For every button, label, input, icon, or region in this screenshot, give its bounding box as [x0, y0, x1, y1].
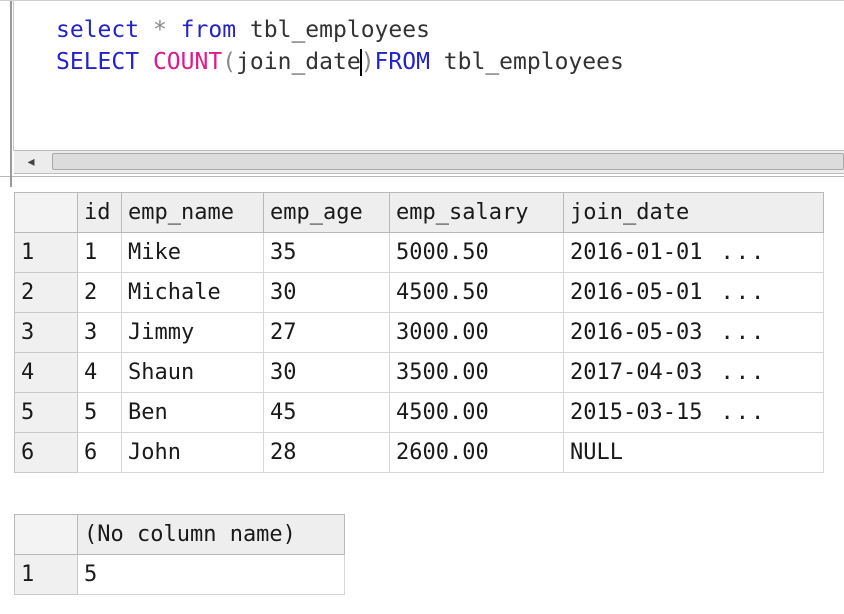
join-date-value: NULL — [570, 440, 623, 465]
row-number[interactable]: 4 — [14, 352, 78, 393]
star-operator: * — [152, 17, 167, 43]
cell-join-date[interactable]: 2016-05-03... — [563, 312, 824, 353]
cell-id[interactable]: 1 — [77, 232, 122, 273]
results-pane-splitter[interactable] — [0, 147, 844, 187]
table-row[interactable]: 6 6 John 28 2600.00 NULL — [14, 432, 824, 473]
grid-corner-cell[interactable] — [14, 514, 78, 555]
cell-id[interactable]: 3 — [77, 312, 122, 353]
cell-id[interactable]: 5 — [77, 392, 122, 433]
truncation-ellipsis: ... — [720, 360, 767, 385]
cell-emp-age[interactable]: 28 — [263, 432, 390, 473]
sql-query-window: select * from tbl_employees SELECT COUNT… — [0, 0, 844, 614]
cell-join-date[interactable]: 2017-04-03... — [563, 352, 824, 393]
editor-gutter-line-secondary — [13, 1, 14, 151]
table-row[interactable]: 1 5 — [14, 554, 345, 595]
join-date-value: 2017-04-03 — [570, 360, 703, 385]
cell-emp-name[interactable]: Shaun — [121, 352, 264, 393]
cell-id[interactable]: 6 — [77, 432, 122, 473]
scroll-thumb[interactable] — [52, 153, 844, 170]
cell-emp-age[interactable]: 27 — [263, 312, 390, 353]
cell-emp-name[interactable]: Jimmy — [121, 312, 264, 353]
cell-emp-salary[interactable]: 3000.00 — [389, 312, 564, 353]
truncation-ellipsis: ... — [720, 280, 767, 305]
open-paren: ( — [222, 49, 237, 75]
grid-header-row: id emp_name emp_age emp_salary join_date — [14, 192, 824, 233]
row-number[interactable]: 1 — [14, 232, 78, 273]
table-name: tbl_employees — [443, 49, 624, 75]
keyword-from: from — [180, 17, 237, 43]
column-header-no-column-name[interactable]: (No column name) — [77, 514, 345, 555]
table-row[interactable]: 5 5 Ben 45 4500.00 2015-03-15... — [14, 392, 824, 433]
grid-corner-cell[interactable] — [14, 192, 78, 233]
cell-emp-salary[interactable]: 3500.00 — [389, 352, 564, 393]
table-name: tbl_employees — [249, 17, 430, 43]
column-header-emp-salary[interactable]: emp_salary — [389, 192, 564, 233]
truncation-ellipsis: ... — [720, 240, 767, 265]
column-header-emp-name[interactable]: emp_name — [121, 192, 264, 233]
cell-id[interactable]: 4 — [77, 352, 122, 393]
query-line-2[interactable]: SELECT COUNT(join_date)FROM tbl_employee… — [56, 47, 624, 77]
function-count: COUNT — [152, 49, 223, 75]
editor-horizontal-scrollbar[interactable]: ◂ — [14, 150, 844, 174]
scroll-left-arrow-icon[interactable]: ◂ — [14, 151, 48, 173]
cell-emp-name[interactable]: Michale — [121, 272, 264, 313]
keyword-select: SELECT — [56, 49, 140, 75]
row-number[interactable]: 1 — [14, 554, 78, 595]
cell-emp-salary[interactable]: 4500.50 — [389, 272, 564, 313]
table-row[interactable]: 2 2 Michale 30 4500.50 2016-05-01... — [14, 272, 824, 313]
cell-join-date[interactable]: NULL — [563, 432, 824, 473]
editor-gutter-line — [10, 1, 12, 151]
table-row[interactable]: 3 3 Jimmy 27 3000.00 2016-05-03... — [14, 312, 824, 353]
splitter-edge-line — [10, 147, 12, 187]
row-number[interactable]: 6 — [14, 432, 78, 473]
column-argument: join_date — [236, 49, 361, 75]
row-number[interactable]: 2 — [14, 272, 78, 313]
cell-emp-age[interactable]: 30 — [263, 352, 390, 393]
table-row[interactable]: 4 4 Shaun 30 3500.00 2017-04-03... — [14, 352, 824, 393]
cell-emp-salary[interactable]: 2600.00 — [389, 432, 564, 473]
close-paren: ) — [360, 49, 375, 75]
cell-emp-name[interactable]: Mike — [121, 232, 264, 273]
join-date-value: 2015-03-15 — [570, 400, 703, 425]
cell-join-date[interactable]: 2016-01-01... — [563, 232, 824, 273]
query-editor[interactable]: select * from tbl_employees SELECT COUNT… — [0, 0, 844, 151]
truncation-ellipsis: ... — [720, 320, 767, 345]
table-row[interactable]: 1 1 Mike 35 5000.50 2016-01-01... — [14, 232, 824, 273]
cell-emp-age[interactable]: 35 — [263, 232, 390, 273]
column-header-emp-age[interactable]: emp_age — [263, 192, 390, 233]
column-header-id[interactable]: id — [77, 192, 122, 233]
row-number[interactable]: 3 — [14, 312, 78, 353]
cell-id[interactable]: 2 — [77, 272, 122, 313]
cell-emp-name[interactable]: John — [121, 432, 264, 473]
column-header-join-date[interactable]: join_date — [563, 192, 824, 233]
truncation-ellipsis: ... — [720, 400, 767, 425]
cell-count-value[interactable]: 5 — [77, 554, 345, 595]
cell-emp-salary[interactable]: 4500.00 — [389, 392, 564, 433]
cell-join-date[interactable]: 2015-03-15... — [563, 392, 824, 433]
results-grid-employees[interactable]: id emp_name emp_age emp_salary join_date… — [14, 192, 824, 473]
join-date-value: 2016-01-01 — [570, 240, 703, 265]
join-date-value: 2016-05-03 — [570, 320, 703, 345]
row-number[interactable]: 5 — [14, 392, 78, 433]
results-grid-count[interactable]: (No column name) 1 5 — [14, 514, 345, 595]
grid-header-row: (No column name) — [14, 514, 345, 555]
cell-emp-age[interactable]: 30 — [263, 272, 390, 313]
cell-emp-age[interactable]: 45 — [263, 392, 390, 433]
keyword-from: FROM — [374, 49, 430, 75]
keyword-select: select — [56, 17, 140, 43]
cell-emp-name[interactable]: Ben — [121, 392, 264, 433]
query-line-1[interactable]: select * from tbl_employees — [56, 15, 430, 45]
cell-emp-salary[interactable]: 5000.50 — [389, 232, 564, 273]
cell-join-date[interactable]: 2016-05-01... — [563, 272, 824, 313]
join-date-value: 2016-05-01 — [570, 280, 703, 305]
